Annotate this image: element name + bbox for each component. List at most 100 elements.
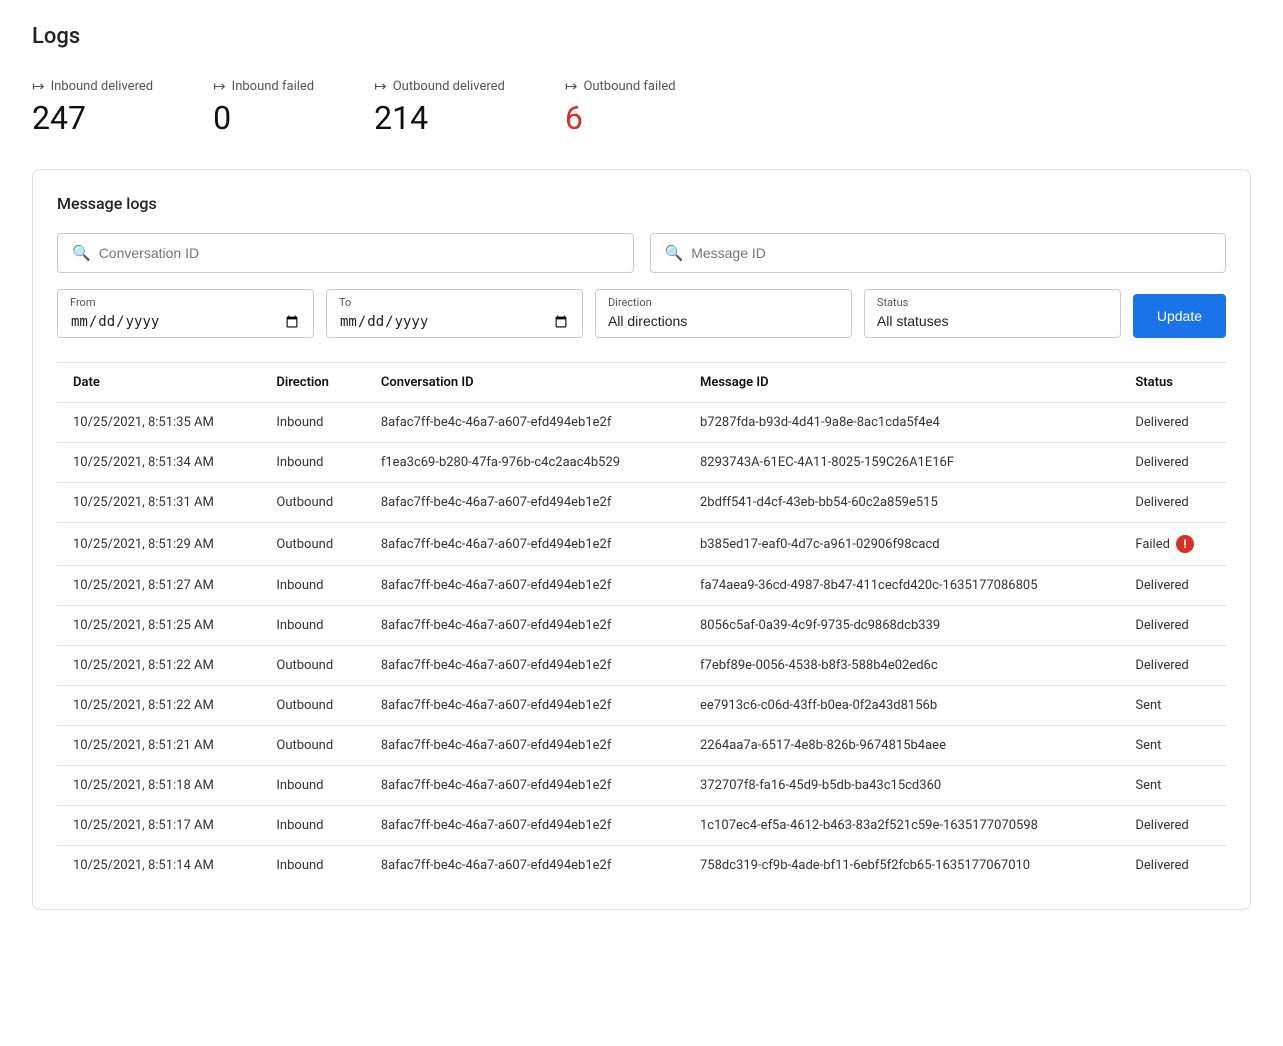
cell-message-id: f7ebf89e-0056-4538-b8f3-588b4e02ed6c — [684, 646, 1119, 686]
cell-status: Delivered — [1119, 566, 1226, 606]
cell-message-id: fa74aea9-36cd-4987-8b47-411cecfd420c-163… — [684, 566, 1119, 606]
cell-direction: Inbound — [260, 443, 364, 483]
cell-date: 10/25/2021, 8:51:35 AM — [57, 403, 260, 443]
table-body: 10/25/2021, 8:51:35 AMInbound8afac7ff-be… — [57, 403, 1226, 886]
stat-value-inbound-delivered: 247 — [32, 99, 153, 137]
message-logs-card: Message logs 🔍 🔍 From To — [32, 169, 1251, 910]
conversation-id-input[interactable] — [99, 245, 619, 261]
conversation-id-search[interactable]: 🔍 — [57, 233, 634, 273]
message-id-input[interactable] — [691, 245, 1211, 261]
cell-date: 10/25/2021, 8:51:18 AM — [57, 766, 260, 806]
cell-conversation-id: 8afac7ff-be4c-46a7-a607-efd494eb1e2f — [365, 403, 684, 443]
cell-status: Sent — [1119, 766, 1226, 806]
cell-date: 10/25/2021, 8:51:21 AM — [57, 726, 260, 766]
cell-direction: Outbound — [260, 483, 364, 523]
cell-date: 10/25/2021, 8:51:14 AM — [57, 846, 260, 886]
cell-direction: Outbound — [260, 726, 364, 766]
cell-conversation-id: 8afac7ff-be4c-46a7-a607-efd494eb1e2f — [365, 686, 684, 726]
table-row[interactable]: 10/25/2021, 8:51:22 AMOutbound8afac7ff-b… — [57, 686, 1226, 726]
stat-inbound-delivered: ↦ Inbound delivered 247 — [32, 77, 153, 137]
stat-value-outbound-failed: 6 — [565, 99, 676, 137]
stats-row: ↦ Inbound delivered 247 ↦ Inbound failed… — [32, 77, 1251, 137]
direction-select[interactable]: All directionsInboundOutbound — [608, 313, 839, 329]
header-row: DateDirectionConversation IDMessage IDSt… — [57, 363, 1226, 403]
cell-status: Sent — [1119, 726, 1226, 766]
cell-date: 10/25/2021, 8:51:22 AM — [57, 646, 260, 686]
table-row[interactable]: 10/25/2021, 8:51:35 AMInbound8afac7ff-be… — [57, 403, 1226, 443]
table-row[interactable]: 10/25/2021, 8:51:29 AMOutbound8afac7ff-b… — [57, 523, 1226, 566]
filters-section: 🔍 🔍 From To Direction — [57, 233, 1226, 338]
cell-direction: Inbound — [260, 806, 364, 846]
cell-conversation-id: 8afac7ff-be4c-46a7-a607-efd494eb1e2f — [365, 523, 684, 566]
cell-message-id: 8293743A-61EC-4A11-8025-159C26A1E16F — [684, 443, 1119, 483]
from-date-wrap[interactable]: From — [57, 289, 314, 338]
direction-label: Direction — [608, 296, 839, 309]
status-label: Status — [877, 296, 1108, 309]
page-container: Logs ↦ Inbound delivered 247 ↦ Inbound f… — [0, 0, 1283, 934]
from-label: From — [70, 296, 301, 309]
stat-value-inbound-failed: 0 — [213, 99, 314, 137]
cell-direction: Inbound — [260, 766, 364, 806]
cell-message-id: 758dc319-cf9b-4ade-bf11-6ebf5f2fcb65-163… — [684, 846, 1119, 886]
stat-value-outbound-delivered: 214 — [374, 99, 505, 137]
table-row[interactable]: 10/25/2021, 8:51:18 AMInbound8afac7ff-be… — [57, 766, 1226, 806]
cell-date: 10/25/2021, 8:51:31 AM — [57, 483, 260, 523]
to-date-wrap[interactable]: To — [326, 289, 583, 338]
cell-status: Delivered — [1119, 403, 1226, 443]
cell-conversation-id: 8afac7ff-be4c-46a7-a607-efd494eb1e2f — [365, 566, 684, 606]
page-title: Logs — [32, 24, 1251, 49]
stat-outbound-delivered: ↦ Outbound delivered 214 — [374, 77, 505, 137]
cell-message-id: 8056c5af-0a39-4c9f-9735-dc9868dcb339 — [684, 606, 1119, 646]
table-row[interactable]: 10/25/2021, 8:51:25 AMInbound8afac7ff-be… — [57, 606, 1226, 646]
cell-status: Delivered — [1119, 646, 1226, 686]
cell-status: Delivered — [1119, 443, 1226, 483]
table-row[interactable]: 10/25/2021, 8:51:22 AMOutbound8afac7ff-b… — [57, 646, 1226, 686]
cell-conversation-id: 8afac7ff-be4c-46a7-a607-efd494eb1e2f — [365, 766, 684, 806]
cell-date: 10/25/2021, 8:51:34 AM — [57, 443, 260, 483]
stat-label-outbound-failed: ↦ Outbound failed — [565, 77, 676, 95]
stat-icon-outbound-failed: ↦ — [565, 77, 578, 95]
logs-table: DateDirectionConversation IDMessage IDSt… — [57, 363, 1226, 885]
message-id-search[interactable]: 🔍 — [650, 233, 1227, 273]
cell-conversation-id: 8afac7ff-be4c-46a7-a607-efd494eb1e2f — [365, 646, 684, 686]
stat-label-inbound-delivered: ↦ Inbound delivered — [32, 77, 153, 95]
search-row: 🔍 🔍 — [57, 233, 1226, 273]
table-row[interactable]: 10/25/2021, 8:51:31 AMOutbound8afac7ff-b… — [57, 483, 1226, 523]
table-row[interactable]: 10/25/2021, 8:51:17 AMInbound8afac7ff-be… — [57, 806, 1226, 846]
col-message-id: Message ID — [684, 363, 1119, 403]
col-date: Date — [57, 363, 260, 403]
cell-direction: Outbound — [260, 523, 364, 566]
cell-conversation-id: f1ea3c69-b280-47fa-976b-c4c2aac4b529 — [365, 443, 684, 483]
from-date-input[interactable] — [70, 313, 301, 331]
cell-direction: Inbound — [260, 403, 364, 443]
cell-status: Delivered — [1119, 806, 1226, 846]
cell-date: 10/25/2021, 8:51:27 AM — [57, 566, 260, 606]
status-select-wrap[interactable]: Status All statusesDeliveredFailedSent — [864, 289, 1121, 338]
table-row[interactable]: 10/25/2021, 8:51:27 AMInbound8afac7ff-be… — [57, 566, 1226, 606]
cell-status: Sent — [1119, 686, 1226, 726]
cell-message-id: 2bdff541-d4cf-43eb-bb54-60c2a859e515 — [684, 483, 1119, 523]
cell-conversation-id: 8afac7ff-be4c-46a7-a607-efd494eb1e2f — [365, 726, 684, 766]
cell-direction: Outbound — [260, 646, 364, 686]
table-row[interactable]: 10/25/2021, 8:51:14 AMInbound8afac7ff-be… — [57, 846, 1226, 886]
cell-status: Delivered — [1119, 606, 1226, 646]
update-button[interactable]: Update — [1133, 294, 1226, 338]
cell-status: Delivered — [1119, 846, 1226, 886]
cell-message-id: 2264aa7a-6517-4e8b-826b-9674815b4aee — [684, 726, 1119, 766]
cell-direction: Inbound — [260, 566, 364, 606]
cell-message-id: b7287fda-b93d-4d41-9a8e-8ac1cda5f4e4 — [684, 403, 1119, 443]
cell-date: 10/25/2021, 8:51:25 AM — [57, 606, 260, 646]
cell-conversation-id: 8afac7ff-be4c-46a7-a607-efd494eb1e2f — [365, 606, 684, 646]
card-title: Message logs — [57, 194, 1226, 213]
table-row[interactable]: 10/25/2021, 8:51:34 AMInboundf1ea3c69-b2… — [57, 443, 1226, 483]
status-select[interactable]: All statusesDeliveredFailedSent — [877, 313, 1108, 329]
cell-status: Delivered — [1119, 483, 1226, 523]
to-date-input[interactable] — [339, 313, 570, 331]
cell-message-id: 1c107ec4-ef5a-4612-b463-83a2f521c59e-163… — [684, 806, 1119, 846]
cell-message-id: b385ed17-eaf0-4d7c-a961-02906f98cacd — [684, 523, 1119, 566]
table-row[interactable]: 10/25/2021, 8:51:21 AMOutbound8afac7ff-b… — [57, 726, 1226, 766]
direction-select-wrap[interactable]: Direction All directionsInboundOutbound — [595, 289, 852, 338]
col-direction: Direction — [260, 363, 364, 403]
message-search-icon: 🔍 — [665, 244, 684, 262]
cell-direction: Outbound — [260, 686, 364, 726]
